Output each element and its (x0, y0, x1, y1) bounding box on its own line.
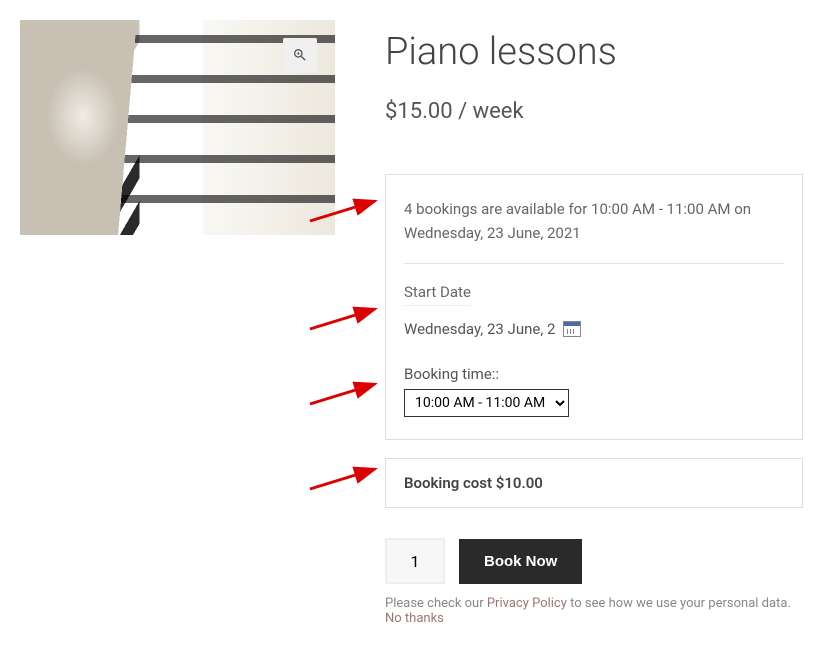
start-date-input[interactable] (404, 318, 559, 340)
availability-text: 4 bookings are available for 10:00 AM - … (404, 197, 784, 264)
booking-time-label: Booking time:: (404, 365, 784, 383)
privacy-notice: Please check our Privacy Policy to see h… (385, 596, 803, 626)
privacy-prefix: Please check our (385, 596, 487, 611)
start-date-label: Start Date (404, 283, 471, 306)
booking-time-select[interactable]: 10:00 AM - 11:00 AM (404, 389, 569, 417)
annotation-arrow (305, 464, 385, 494)
privacy-suffix: to see how we use your personal data. (567, 596, 791, 611)
product-details: Piano lessons $15.00 / week 4 bookings a… (385, 20, 803, 626)
book-now-button[interactable]: Book Now (459, 539, 582, 584)
start-date-row (404, 318, 784, 340)
zoom-button[interactable] (283, 38, 317, 72)
annotation-arrow (305, 379, 385, 409)
action-row: Book Now (385, 538, 803, 584)
quantity-input[interactable] (385, 538, 445, 584)
annotation-arrow (305, 304, 385, 334)
privacy-dismiss-link[interactable]: No thanks (385, 611, 444, 626)
product-title: Piano lessons (385, 30, 803, 74)
product-image[interactable] (20, 20, 335, 235)
zoom-icon (292, 47, 308, 63)
product-price: $15.00 / week (385, 99, 803, 124)
booking-panel: 4 bookings are available for 10:00 AM - … (385, 174, 803, 440)
privacy-policy-link[interactable]: Privacy Policy (487, 596, 567, 611)
calendar-icon[interactable] (563, 321, 581, 337)
booking-cost: Booking cost $10.00 (385, 458, 803, 508)
